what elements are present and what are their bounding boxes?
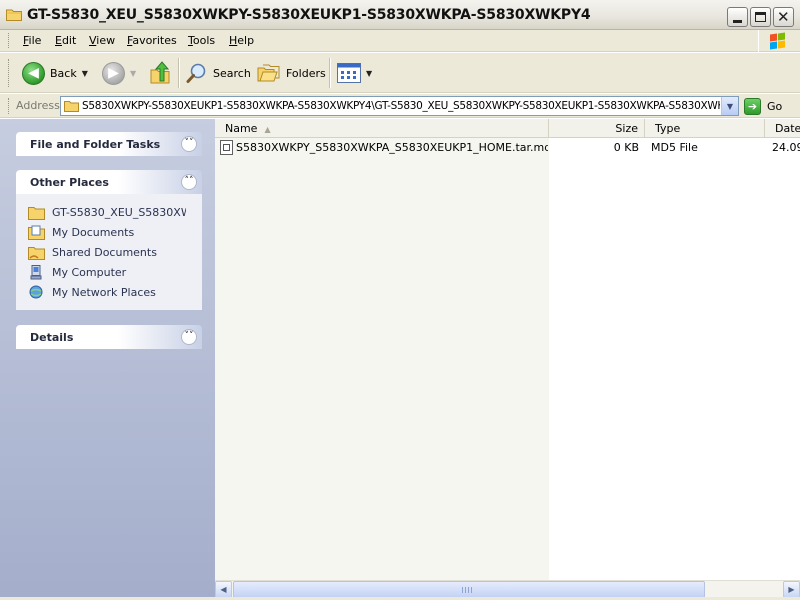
file-icon	[220, 140, 233, 155]
task-pane: File and Folder Tasks ˅˅ Other Places ˄˄…	[0, 119, 215, 600]
minimize-button[interactable]	[727, 7, 748, 27]
folders-button[interactable]: Folders	[257, 58, 326, 88]
my-documents-icon	[28, 225, 45, 240]
folder-icon	[28, 206, 45, 220]
title-bar[interactable]: GT-S5830_XEU_S5830XWKPY-S5830XEUKP1-S583…	[0, 0, 800, 30]
back-dropdown-icon[interactable]: ▼	[82, 69, 88, 78]
address-input[interactable]: S5830XWKPY-S5830XEUKP1-S5830XWKPA-S5830X…	[60, 96, 739, 116]
forward-button[interactable]: ▶ ▼	[102, 58, 136, 88]
column-date[interactable]: Date	[765, 119, 800, 138]
menu-file[interactable]: File	[23, 34, 41, 47]
place-my-documents[interactable]: My Documents	[28, 222, 202, 242]
close-button[interactable]: ✕	[773, 7, 794, 27]
shared-folder-icon	[28, 246, 45, 260]
menu-edit[interactable]: Edit	[55, 34, 76, 47]
column-size[interactable]: Size	[549, 119, 645, 138]
toolbar-grip[interactable]	[8, 59, 11, 87]
file-size: 0 KB	[613, 141, 639, 154]
menu-bar: File Edit View Favorites Tools Help	[0, 30, 800, 52]
go-button[interactable]: ➔ Go	[744, 97, 782, 115]
close-icon: ✕	[777, 8, 790, 26]
views-button[interactable]: ▼	[337, 58, 372, 88]
menu-tools[interactable]: Tools	[188, 34, 215, 47]
column-type[interactable]: Type	[645, 119, 765, 138]
scroll-right-button[interactable]: ▶	[783, 581, 800, 598]
column-name[interactable]: Name ▲	[215, 119, 549, 138]
views-dropdown-icon: ▼	[366, 68, 373, 78]
grip-icon	[462, 587, 474, 593]
folder-icon	[6, 9, 22, 21]
file-type: MD5 File	[651, 141, 698, 154]
file-date: 24.09	[772, 141, 800, 154]
table-row[interactable]: S5830XWKPY_S5830XWKPA_S5830XEUKP1_HOME.t…	[215, 139, 800, 157]
other-places-panel: Other Places ˄˄ GT-S5830_XEU_S5830XWKI M…	[16, 170, 202, 310]
arrow-left-icon: ◀	[220, 585, 227, 594]
up-folder-icon	[150, 61, 170, 84]
address-grip[interactable]	[8, 98, 11, 114]
address-bar: Address S5830XWKPY-S5830XEUKP1-S5830XWKP…	[0, 94, 800, 118]
menu-favorites[interactable]: Favorites	[127, 34, 177, 47]
column-header: Name ▲ Size Type Date	[215, 119, 800, 138]
minimize-icon	[733, 20, 742, 23]
back-arrow-icon: ◀	[22, 61, 45, 85]
network-places-icon	[29, 285, 43, 298]
file-name: S5830XWKPY_S5830XWKPA_S5830XEUKP1_HOME.t…	[236, 141, 548, 154]
menu-help[interactable]: Help	[229, 34, 254, 47]
place-parent-folder[interactable]: GT-S5830_XEU_S5830XWKI	[28, 202, 202, 222]
search-icon	[186, 63, 206, 83]
search-button[interactable]: Search	[186, 58, 251, 88]
sorted-column-highlight	[215, 138, 549, 581]
go-arrow-icon: ➔	[744, 97, 761, 115]
address-label: Address	[16, 99, 60, 112]
maximize-button[interactable]	[750, 7, 771, 27]
file-list[interactable]: Name ▲ Size Type Date S5830XWKPY_S5830XWK…	[215, 119, 800, 581]
back-button[interactable]: ◀ Back ▼	[22, 58, 88, 88]
scroll-thumb[interactable]	[233, 581, 705, 598]
my-computer-icon	[30, 264, 42, 279]
file-folder-tasks-header[interactable]: File and Folder Tasks ˅˅	[16, 132, 202, 156]
place-my-network-places[interactable]: My Network Places	[28, 282, 202, 302]
chevron-down-icon: ▼	[726, 101, 734, 111]
folders-icon	[257, 64, 280, 82]
collapse-chevron-icon[interactable]: ˄˄	[181, 174, 197, 190]
window-title: GT-S5830_XEU_S5830XWKPY-S5830XEUKP1-S583…	[27, 7, 591, 23]
other-places-list: GT-S5830_XEU_S5830XWKI My Documents Shar…	[16, 194, 202, 310]
place-shared-documents[interactable]: Shared Documents	[28, 242, 202, 262]
other-places-header[interactable]: Other Places ˄˄	[16, 170, 202, 194]
menu-view[interactable]: View	[89, 34, 115, 47]
forward-arrow-icon: ▶	[102, 61, 125, 85]
file-folder-tasks-panel: File and Folder Tasks ˅˅	[16, 132, 202, 156]
expand-chevron-icon[interactable]: ˅˅	[181, 136, 197, 152]
address-dropdown-button[interactable]: ▼	[721, 97, 738, 115]
details-header[interactable]: Details ˅˅	[16, 325, 202, 349]
windows-logo-icon	[758, 30, 794, 52]
expand-chevron-icon[interactable]: ˅˅	[181, 329, 197, 345]
scroll-left-button[interactable]: ◀	[215, 581, 232, 598]
forward-dropdown-icon[interactable]: ▼	[130, 69, 136, 78]
standard-toolbar: ◀ Back ▼ ▶ ▼ Search Folders ▼	[0, 53, 800, 93]
place-my-computer[interactable]: My Computer	[28, 262, 202, 282]
details-panel: Details ˅˅	[16, 325, 202, 349]
folder-icon	[64, 101, 79, 112]
sort-ascending-icon: ▲	[264, 125, 271, 134]
up-folder-button[interactable]	[150, 58, 172, 88]
arrow-right-icon: ▶	[788, 585, 795, 594]
horizontal-scrollbar[interactable]: ◀ ▶	[215, 580, 800, 598]
toolbar-separator	[178, 58, 180, 88]
address-value: S5830XWKPY-S5830XEUKP1-S5830XWKPA-S5830X…	[82, 100, 720, 112]
menu-grip[interactable]	[8, 33, 11, 48]
views-icon	[337, 63, 361, 83]
maximize-icon	[755, 12, 766, 22]
toolbar-separator	[329, 58, 331, 88]
